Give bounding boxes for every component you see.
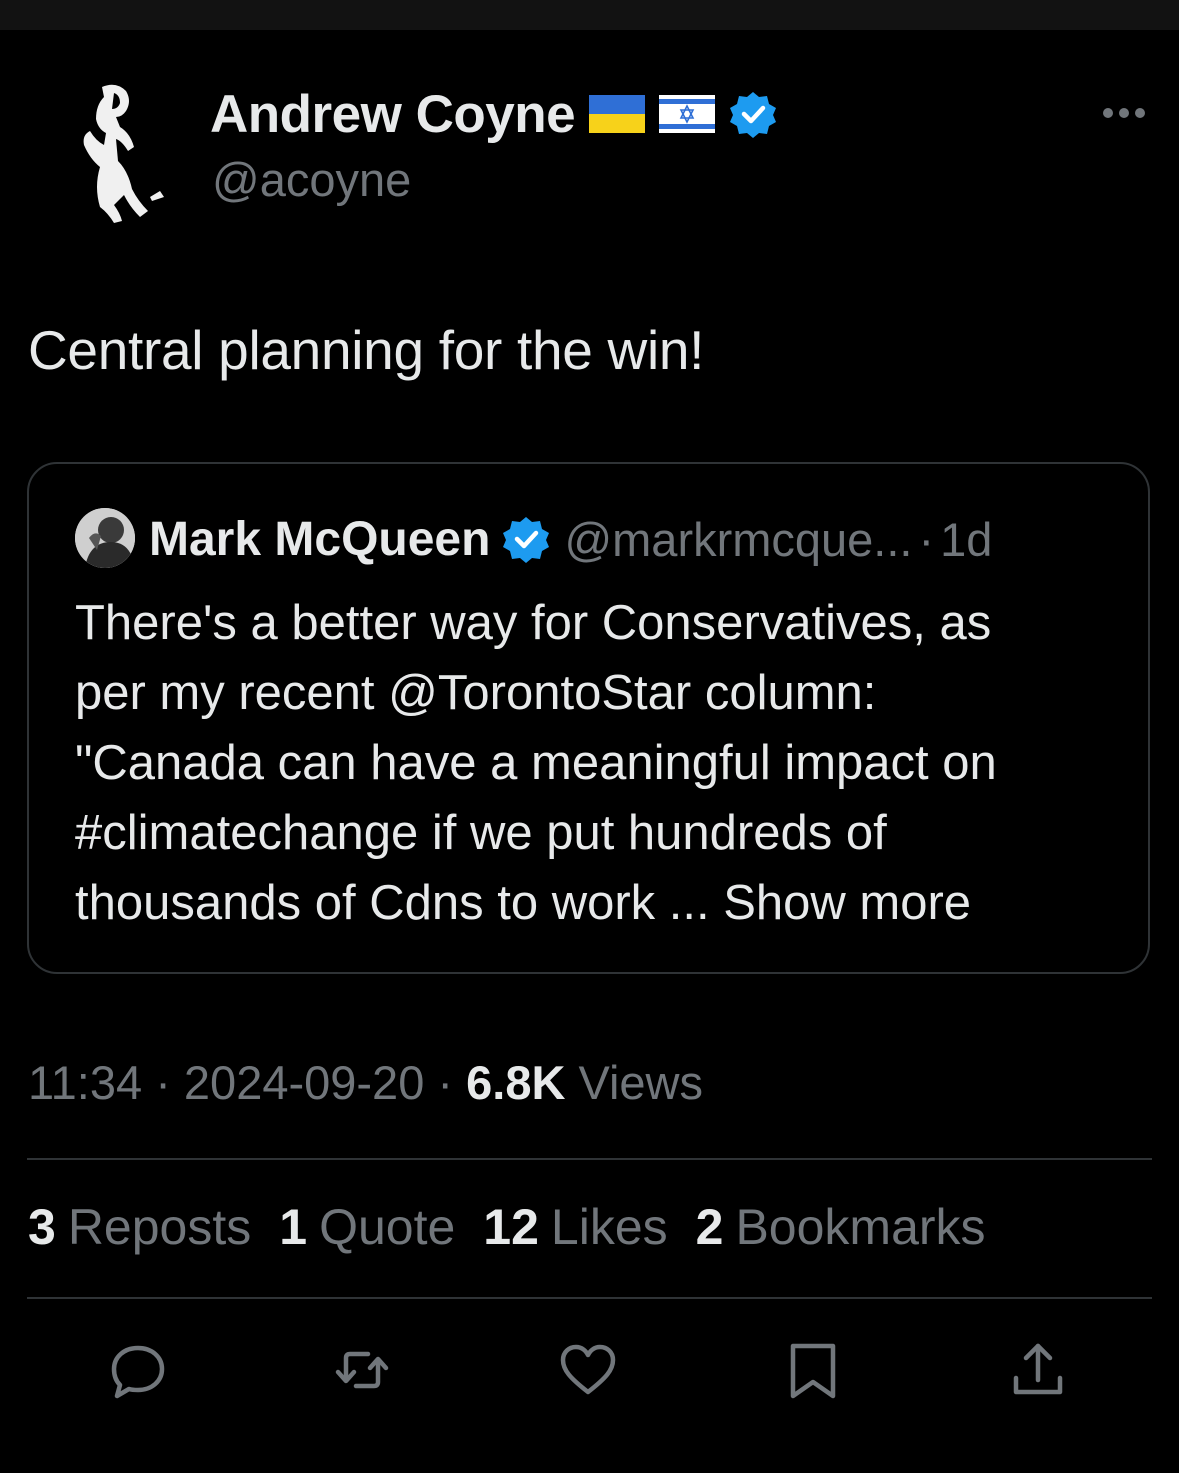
repost-icon[interactable]	[332, 1340, 392, 1400]
like-icon[interactable]	[558, 1340, 618, 1400]
views-label: Views	[578, 1056, 703, 1109]
reposts-count: 3	[28, 1199, 56, 1255]
quoted-verified-badge-icon	[503, 517, 550, 563]
reply-icon[interactable]	[108, 1340, 168, 1400]
share-icon[interactable]	[1008, 1340, 1068, 1400]
quoted-text-line-prefix: thousands of Cdns to work ...	[75, 876, 724, 930]
divider	[27, 1158, 1152, 1160]
ukraine-flag-icon	[589, 95, 646, 133]
reposts-stat[interactable]: 3 Reposts	[28, 1198, 251, 1256]
quoted-text-line: There's a better way for Conservatives, …	[75, 596, 992, 650]
quoted-handle[interactable]: @markrmcque...	[564, 512, 912, 567]
quotes-label: Quote	[319, 1199, 456, 1255]
tweet-time[interactable]: 11:34	[28, 1056, 142, 1109]
likes-stat[interactable]: 12 Likes	[483, 1198, 667, 1256]
views-count: 6.8K	[466, 1056, 566, 1109]
quoted-tweet-text: There's a better way for Conservatives, …	[75, 588, 1135, 938]
quoted-tweet-card[interactable]: Mark McQueen @markrmcque... · 1d There's…	[27, 462, 1150, 974]
bookmarks-stat[interactable]: 2 Bookmarks	[696, 1198, 986, 1256]
quotes-count: 1	[279, 1199, 308, 1255]
avatar-silhouette-icon	[83, 84, 164, 223]
meta-separator: ·	[437, 1056, 454, 1109]
reposts-label: Reposts	[67, 1199, 252, 1255]
quoted-separator: ·	[918, 512, 935, 566]
quotes-stat[interactable]: 1 Quote	[279, 1198, 455, 1256]
tweet-date[interactable]: 2024-09-20	[184, 1056, 424, 1109]
tweet-text: Central planning for the win!	[28, 319, 705, 381]
status-bar	[0, 0, 1179, 30]
author-avatar[interactable]	[62, 75, 174, 225]
quoted-header: Mark McQueen @markrmcque... · 1d	[149, 508, 992, 570]
israel-flag-icon	[659, 95, 716, 133]
quoted-display-name[interactable]: Mark McQueen	[149, 512, 490, 567]
likes-count: 12	[483, 1199, 539, 1255]
tweet-meta: 11:34 · 2024-09-20 · 6.8K Views	[28, 1055, 703, 1110]
divider	[27, 1297, 1152, 1299]
likes-label: Likes	[550, 1199, 668, 1255]
quoted-author-avatar[interactable]	[75, 508, 135, 568]
bookmark-icon[interactable]	[783, 1340, 843, 1400]
meta-separator: ·	[155, 1056, 171, 1109]
quoted-timestamp[interactable]: 1d	[940, 512, 992, 567]
author-handle[interactable]: @acoyne	[212, 152, 411, 207]
more-options-icon[interactable]	[1100, 100, 1148, 126]
quoted-text-line: per my recent @TorontoStar column:	[75, 666, 877, 720]
quoted-avatar-photo-icon	[75, 508, 135, 568]
quoted-text-line: "Canada can have a meaningful impact on	[75, 736, 997, 790]
author-display-name[interactable]: Andrew Coyne	[210, 84, 576, 145]
verified-badge-icon	[729, 90, 777, 138]
engagement-stats: 3 Reposts 1 Quote 12 Likes 2 Bookmarks	[28, 1198, 986, 1256]
show-more-link[interactable]: Show more	[723, 876, 971, 930]
author-name-row: Andrew Coyne	[210, 82, 777, 146]
quoted-text-last-line: thousands of Cdns to work ... Show more	[75, 868, 1135, 938]
quoted-text-line: #climatechange if we put hundreds of	[75, 806, 887, 860]
bookmarks-label: Bookmarks	[735, 1199, 986, 1255]
action-bar	[0, 1340, 1179, 1400]
bookmarks-count: 2	[695, 1199, 724, 1255]
